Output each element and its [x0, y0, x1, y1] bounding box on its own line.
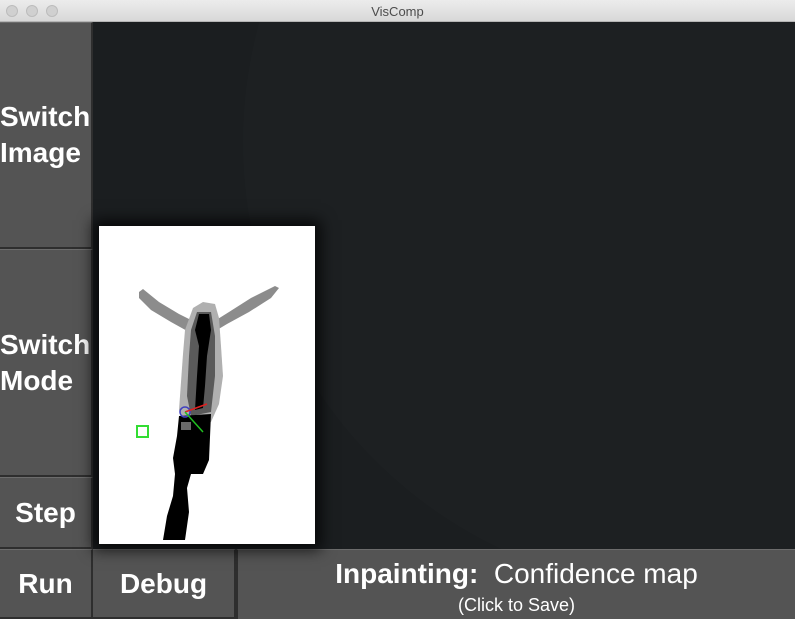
step-label: Step — [15, 496, 76, 528]
save-hint: (Click to Save) — [457, 595, 576, 615]
status-value: Confidence map — [493, 558, 698, 589]
window-titlebar: VisComp — [0, 0, 795, 22]
run-label: Run — [18, 567, 73, 599]
window-title: VisComp — [371, 4, 424, 19]
run-button[interactable]: Run — [0, 549, 93, 619]
step-button[interactable]: Step — [0, 477, 93, 549]
debug-button[interactable]: Debug — [93, 549, 236, 619]
switch-image-button[interactable]: Switch Image — [0, 22, 93, 249]
status-line: Inpainting: Confidence map — [238, 558, 795, 590]
switch-mode-label: Switch Mode — [0, 328, 91, 396]
silhouette-figure — [136, 286, 279, 540]
switch-mode-button[interactable]: Switch Mode — [0, 249, 93, 477]
confidence-map-image[interactable] — [99, 226, 315, 544]
right-arm — [213, 286, 279, 330]
status-label: Inpainting: — [335, 558, 479, 589]
canvas-vignette — [243, 22, 795, 549]
patch-outline — [136, 425, 149, 438]
status-panel[interactable]: Inpainting: Confidence map (Click to Sav… — [236, 549, 795, 619]
switch-image-label: Switch Image — [0, 101, 91, 168]
legs — [163, 414, 211, 540]
leg-patch — [181, 422, 191, 430]
debug-label: Debug — [119, 567, 208, 599]
